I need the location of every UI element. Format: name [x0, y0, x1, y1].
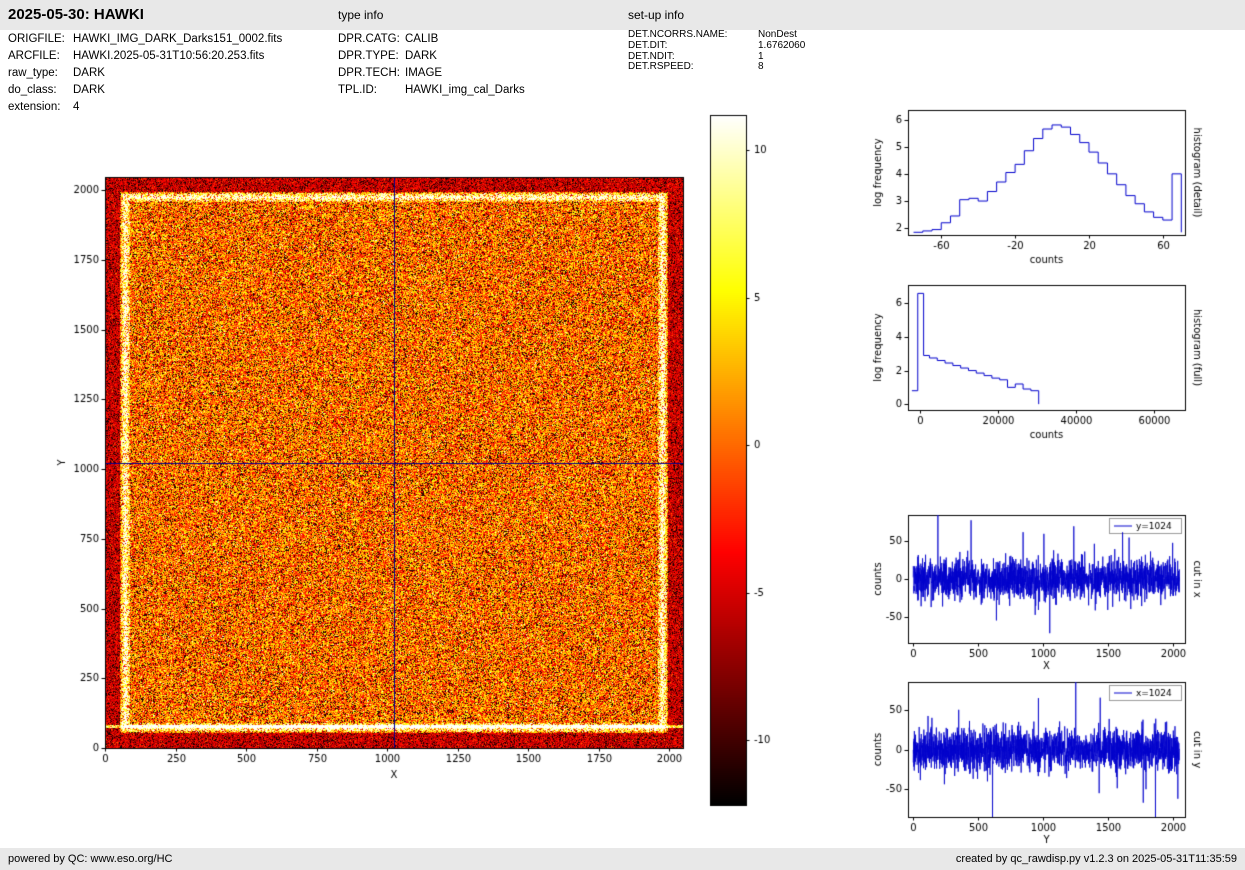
meta-row: DPR.TECH: IMAGE [338, 65, 525, 82]
meta-value: 8 [758, 61, 764, 73]
meta-label: DET.DIT: [628, 39, 668, 51]
meta-label: TPL.ID: [338, 84, 377, 96]
page-title: 2025-05-30: HAWKI [8, 6, 144, 23]
meta-value: 1 [758, 50, 764, 62]
meta-label: DET.RSPEED: [628, 61, 694, 73]
meta-row: ARCFILE: HAWKI.2025-05-31T10:56:20.253.fi… [8, 48, 282, 65]
meta-row: DPR.TYPE: DARK [338, 48, 525, 65]
meta-value: DARK [73, 84, 105, 96]
type-info-label: type info [338, 8, 384, 22]
colorbar [700, 95, 800, 820]
meta-label: ARCFILE: [8, 50, 60, 62]
meta-label: DPR.TECH: [338, 67, 400, 79]
meta-row: raw_type: DARK [8, 65, 282, 82]
meta-value: CALIB [405, 33, 439, 45]
meta-label: DPR.TYPE: [338, 50, 399, 62]
type-info-block: DPR.CATG: CALIB DPR.TYPE: DARK DPR.TECH: IM… [338, 31, 525, 99]
meta-value: HAWKI_IMG_DARK_Darks151_0002.fits [73, 33, 283, 45]
histogram-full-plot [850, 270, 1245, 455]
footer-left-text: powered by QC: www.eso.org/HC [8, 853, 173, 865]
meta-label: do_class: [8, 84, 57, 96]
meta-label: ORIGFILE: [8, 33, 65, 45]
histogram-detail-plot [850, 98, 1245, 283]
meta-label: raw_type: [8, 67, 58, 79]
meta-value: IMAGE [405, 67, 443, 79]
setup-info-label: set-up info [628, 8, 685, 22]
cut-in-y-plot [850, 665, 1245, 850]
meta-row: ORIGFILE: HAWKI_IMG_DARK_Darks151_0002.fi… [8, 31, 282, 48]
meta-row: DPR.CATG: CALIB [338, 31, 525, 48]
meta-label: DPR.CATG: [338, 33, 400, 45]
raw-image-plot [40, 100, 720, 800]
setup-info-block: DET.NCORRS.NAME: NonDest DET.DIT: 1.676206… [628, 29, 806, 73]
meta-row: DET.RSPEED: 8 [628, 61, 805, 73]
footer-bar: powered by QC: www.eso.org/HC created by… [0, 848, 1245, 870]
meta-value: 1.6762060 [758, 39, 806, 51]
meta-row: DET.DIT: 1.6762060 [628, 39, 806, 52]
cut-in-x-plot [850, 498, 1245, 678]
footer-right-text: created by qc_rawdisp.py v1.2.3 on 2025-… [955, 853, 1237, 865]
meta-value: DARK [73, 67, 105, 79]
meta-value: HAWKI.2025-05-31T10:56:20.253.fits [73, 50, 265, 62]
header-bar: 2025-05-30: HAWKI type info set-up info [0, 0, 1245, 30]
meta-value: HAWKI_img_cal_Darks [405, 84, 525, 96]
meta-value: DARK [405, 50, 437, 62]
qc-report-page: 2025-05-30: HAWKI type info set-up info … [0, 0, 1245, 870]
meta-row: do_class: DARK [8, 82, 282, 99]
meta-row: TPL.ID: HAWKI_img_cal_Darks [338, 82, 525, 99]
meta-value: NonDest [758, 29, 797, 40]
